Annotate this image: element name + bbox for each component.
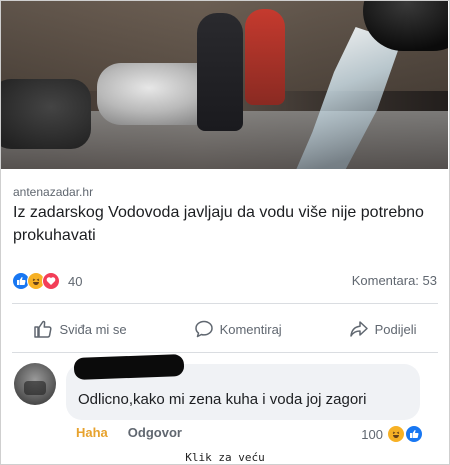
commenter-avatar[interactable] — [14, 363, 56, 405]
redacted-commenter-name — [73, 354, 185, 380]
post-headline[interactable]: Iz zadarskog Vodovoda javljaju da vodu v… — [13, 201, 438, 247]
divider-top — [12, 303, 438, 304]
post-actions-bar: Sviđa mi se Komentiraj Podijeli — [0, 315, 450, 343]
thumbs-up-icon — [34, 320, 53, 338]
love-icon — [42, 272, 60, 290]
share-button[interactable]: Podijeli — [349, 319, 417, 339]
like-button[interactable]: Sviđa mi se — [33, 319, 127, 339]
comment-haha-reaction-link[interactable]: Haha — [76, 425, 108, 440]
share-label: Podijeli — [374, 321, 417, 337]
comment-reactions[interactable]: 100 — [361, 425, 423, 443]
comment-like-icon — [405, 425, 423, 443]
like-label: Sviđa mi se — [59, 321, 127, 337]
comment-text: Odlicno,kako mi zena kuha i voda joj zag… — [78, 391, 367, 408]
divider-bottom — [12, 352, 438, 353]
comments-count[interactable]: Komentara: 53 — [352, 273, 437, 288]
photo-person-dark — [197, 13, 243, 131]
speech-bubble-icon — [194, 320, 213, 338]
image-caption[interactable]: Klik za veću — [0, 451, 450, 464]
comment-button[interactable]: Komentiraj — [194, 319, 282, 339]
post-reactions[interactable]: 40 — [12, 272, 82, 290]
post-source-link[interactable]: antenazadar.hr — [13, 185, 93, 199]
post-photo[interactable] — [1, 1, 448, 169]
comment-haha-icon — [387, 425, 405, 443]
comment-actions: Haha Odgovor — [76, 425, 182, 440]
share-arrow-icon — [349, 321, 368, 337]
comment-label: Komentiraj — [219, 321, 282, 337]
comment-reaction-count: 100 — [361, 426, 383, 442]
photo-dark-car — [1, 79, 91, 149]
comment-reply-link[interactable]: Odgovor — [128, 425, 182, 440]
reaction-count[interactable]: 40 — [68, 274, 82, 289]
photo-person-red — [245, 9, 285, 105]
